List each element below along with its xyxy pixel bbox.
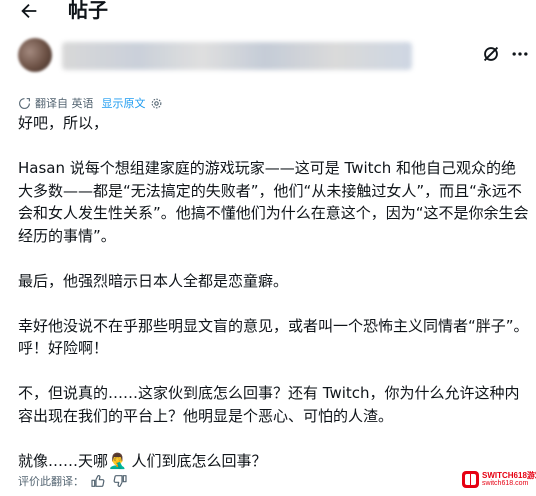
- top-bar: 帖子: [0, 0, 536, 30]
- show-original-link[interactable]: 显示原文: [102, 95, 146, 111]
- site-watermark: SWITCH618游戏 switch618.com: [462, 468, 536, 494]
- arrow-left-icon[interactable]: [18, 0, 40, 22]
- rate-translation: 评价此翻译：: [18, 472, 128, 490]
- translate-icon: [19, 97, 30, 109]
- thumbs-down-icon[interactable]: [112, 473, 128, 489]
- post-body: 好吧，所以， Hasan 说每个想组建家庭的游戏玩家——这可是 Twitch 和…: [18, 112, 530, 472]
- gear-icon[interactable]: [150, 97, 163, 110]
- translation-label: 翻译自 英语: [35, 97, 94, 110]
- translation-notice: 翻译自 英语 显示原文: [18, 94, 163, 112]
- more-horizontal-icon[interactable]: [510, 44, 530, 64]
- thumbs-up-icon[interactable]: [90, 473, 106, 489]
- watermark-url: switch618.com: [482, 480, 529, 487]
- author-name-blurred: [62, 42, 412, 70]
- avatar[interactable]: [18, 38, 52, 72]
- post-paragraph: 幸好他没说不在乎那些明显文盲的意见，或者叫一个恐怖主义同情者“胖子”。呼！好险啊…: [18, 316, 529, 358]
- author-row: [0, 34, 536, 78]
- post-paragraph: Hasan 说每个想组建家庭的游戏玩家——这可是 Twitch 和他自己观众的绝…: [18, 159, 529, 245]
- rate-label: 评价此翻译：: [18, 475, 84, 488]
- console-logo-icon: [462, 471, 479, 488]
- post-paragraph: 不，但说真的……这家伙到底怎么回事？还有 Twitch，你为什么允许这种内容出现…: [18, 384, 520, 425]
- post-paragraph: 好吧，所以，: [18, 114, 109, 132]
- page-title: 帖子: [68, 0, 108, 22]
- grok-icon[interactable]: [480, 43, 502, 65]
- post-paragraph: 最后，他强烈暗示日本人全都是恋童癖。: [18, 271, 289, 290]
- post-paragraph: 就像……天哪🤦‍♂️ 人们到底怎么回事？: [18, 451, 267, 470]
